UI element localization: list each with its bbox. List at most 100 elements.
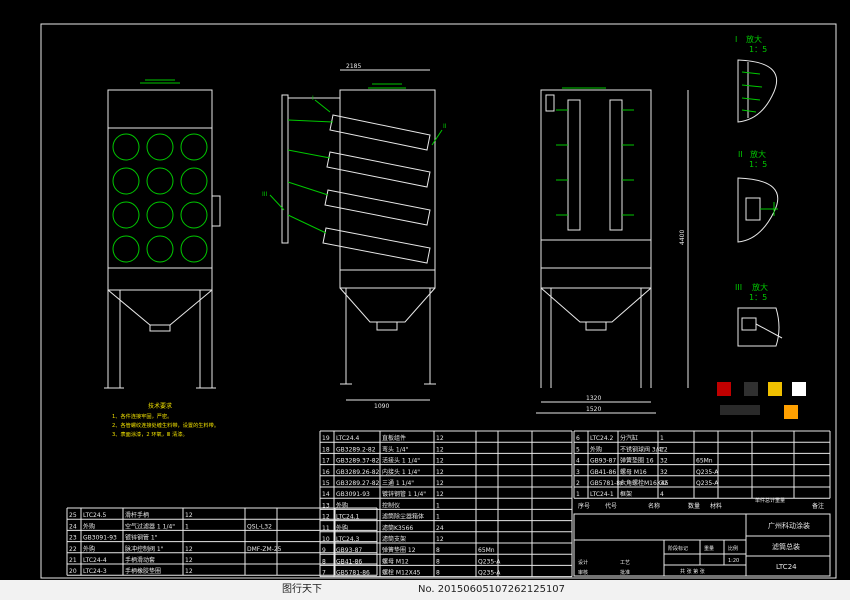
bom-right-table: 6 LTC24.2 分汽缸 15 外购 不锈钢球阀 3/4"124 GB93-87 弹簧垫圈 … <box>576 434 719 498</box>
bom-mid-cell: 18 <box>322 446 330 453</box>
bom-header-qty: 数量 <box>688 502 700 510</box>
bom-left-row: 21 LTC24-4 手柄滑动套 12 <box>69 556 193 564</box>
bom-mid-cell: 三通 1 1/4" <box>382 479 414 487</box>
bom-mid-cell: 镀锌钢管 1 1/4" <box>382 490 426 498</box>
bom-mid-cell: 弯头 1/4" <box>382 445 409 453</box>
bom-right-cell: 框架 <box>620 490 632 498</box>
bom-mid-cell: LTC24.3 <box>336 536 360 543</box>
bom-right-cell: 外购 <box>590 445 602 453</box>
bom-mid-cell: GB3091-93 <box>336 491 370 498</box>
title-weight-label: 重量 <box>704 545 714 552</box>
dim-bottom-mid: 1090 <box>374 403 389 410</box>
bom-left-row: 24 外购 空气过滤器 1 1/4" 1 QSL-L32 <box>69 522 272 530</box>
bom-mid-cell: 直板组件 <box>382 434 406 442</box>
bom-right-cell: Q235-A <box>696 469 719 476</box>
callout-1: I <box>312 95 314 102</box>
bom-left-row: 25 LTC24.5 滑杆手柄 12 <box>69 511 193 519</box>
bom-mid-cell: 13 <box>322 502 330 509</box>
bom-mid-cell: 滤筒支架 <box>382 535 406 543</box>
bom-mid-cell: 活接头 1 1/4" <box>382 457 420 465</box>
bom-header: 序号 代号 名称 数量 材料 单件总计重量 备注 <box>578 497 824 510</box>
title-sheet-label: 共 张 第 张 <box>680 568 705 575</box>
bom-mid-cell: GB3289.37-82 <box>336 458 380 465</box>
bom-right-cell: 4 <box>660 491 664 498</box>
bom-mid-cell: 16 <box>322 469 330 476</box>
bom-mid-cell: 17 <box>322 458 330 465</box>
bom-mid-cell: 12 <box>436 491 444 498</box>
bom-left-cell: 12 <box>185 546 193 553</box>
bom-mid-cell: 24 <box>436 525 444 532</box>
bom-mid-cell: Q235-A <box>478 570 501 577</box>
footer-image-id: No. 20150605107262125107 <box>418 584 566 595</box>
detail-2-scale: 1：5 <box>749 160 767 169</box>
tech-note-1: 1、各件连接牢固，严密。 <box>112 412 172 420</box>
bom-mid-cell: 滤筒除尘器箱体 <box>382 513 424 521</box>
bom-right-cell: 螺母 M16 <box>620 468 647 476</box>
bom-left-cell: DMF-ZM-25 <box>247 546 282 553</box>
bom-mid-cell: 1 <box>436 514 440 521</box>
bom-right-cell: 不锈钢球阀 3/4" <box>620 445 665 453</box>
title-designer: 设计 <box>578 559 588 566</box>
bom-left-cell: LTC24-3 <box>83 568 107 575</box>
callout-2: II <box>443 123 447 130</box>
bom-left-cell: 20 <box>69 568 77 575</box>
bom-right-cell: 32 <box>660 458 668 465</box>
bom-mid-row: 12 LTC24.1 滤筒除尘器箱体 1 <box>322 513 440 521</box>
bom-mid-cell: Q235-A <box>478 558 501 565</box>
bom-mid-cell: 8 <box>436 570 440 577</box>
bom-mid-row: 15 GB3289.27-82 三通 1 1/4" 12 <box>322 479 444 487</box>
bom-header-seq: 序号 <box>578 502 590 510</box>
bom-left-cell: 手柄滑动套 <box>125 556 155 564</box>
bom-mid-cell: LTC24.1 <box>336 514 360 521</box>
bom-mid-cell: 12 <box>436 446 444 453</box>
bom-left-cell: 22 <box>69 546 77 553</box>
bom-left-cell: 25 <box>69 512 77 519</box>
bom-mid-cell: 65Mn <box>478 547 495 554</box>
bom-right-row: 4 GB93-87 弹簧垫圈 16 32 65Mn <box>576 457 713 465</box>
bom-left-cell: 24 <box>69 523 77 530</box>
bom-mid-cell: GB3289.26-82 <box>336 469 380 476</box>
bom-right-cell: 弹簧垫圈 16 <box>620 457 654 465</box>
bom-right-cell: Q235-A <box>696 480 719 487</box>
color-swatches <box>717 382 806 419</box>
bom-right-cell: 3 <box>576 469 580 476</box>
bom-mid-cell: GB5781-86 <box>336 570 370 577</box>
bom-left-cell: 镀锌钢管 1" <box>125 534 158 542</box>
title-reviewer: 审核 <box>578 569 588 576</box>
detail-1-title: 放大 <box>746 34 762 44</box>
bom-mid-cell: GB3289.2-82 <box>336 446 376 453</box>
detail-2-numeral: II <box>738 150 743 159</box>
bom-mid-row: 8 GB41-86 螺母 M12 8 Q235-A <box>322 557 501 565</box>
bom-mid-cell: GB93-87 <box>336 547 362 554</box>
title-block: 广州科动涂装 滤筒总装 LTC24 阶段标记 重量 比例 1:20 共 张 第 … <box>573 513 831 577</box>
detail-2-title: 放大 <box>750 149 766 159</box>
bom-mid-cell: 15 <box>322 480 330 487</box>
bom-left-cell: 脉冲控制阀 1" <box>125 545 164 553</box>
bom-left-cell: 23 <box>69 535 77 542</box>
bom-mid-row: 10 LTC24.3 滤筒支架 12 <box>322 535 444 543</box>
bom-mid-cell: 滤筒K3566 <box>382 524 413 532</box>
bom-mid-cell: 7 <box>322 570 326 577</box>
bom-right-row: 2 GB5781-86六角螺栓M16X4532 Q235-A <box>576 479 719 487</box>
bom-mid-cell: 螺母 M12 <box>382 557 409 565</box>
bom-left-cell: 外购 <box>83 522 95 530</box>
bom-right-cell: 12 <box>660 446 668 453</box>
bom-mid-row: 19 LTC24.4 直板组件 12 <box>322 434 444 442</box>
bom-mid-cell: 12 <box>436 458 444 465</box>
bom-header-note: 备注 <box>812 502 824 510</box>
bom-mid-row: 13 外购 控制仪 1 <box>322 501 440 509</box>
bom-mid-cell: 10 <box>322 536 330 543</box>
bom-middle-table: 19 LTC24.4 直板组件 1218 GB3289.2-82 弯头 1/4" 1217 G… <box>322 434 501 576</box>
bom-left-cell: 1 <box>185 523 189 530</box>
bom-header-weight: 单件总计重量 <box>755 497 785 504</box>
bom-right-cell: GB41-86 <box>590 469 616 476</box>
detail-3-title: 放大 <box>752 282 768 292</box>
bom-mid-cell: 外购 <box>336 524 348 532</box>
bom-right-row: 1 LTC24-1 框架 4 <box>576 490 664 498</box>
detail-3-numeral: III <box>735 283 742 292</box>
bom-mid-cell: 外购 <box>336 501 348 509</box>
bom-mid-cell: 弹簧垫圈 12 <box>382 546 416 554</box>
bom-mid-cell: 控制仪 <box>382 501 400 509</box>
bom-mid-cell: 9 <box>322 547 326 554</box>
detail-1-numeral: I <box>735 35 737 44</box>
